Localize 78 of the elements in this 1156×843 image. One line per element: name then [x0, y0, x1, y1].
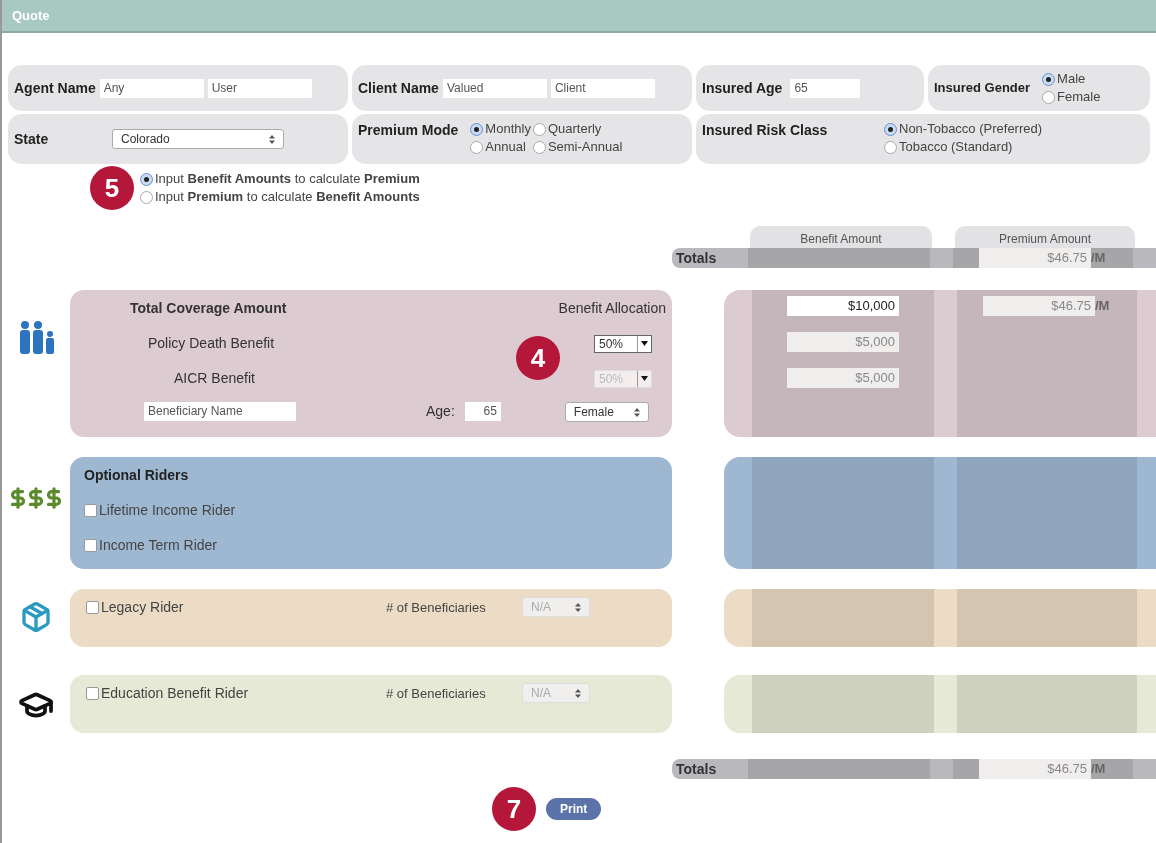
field-label: Premium Mode: [358, 121, 459, 140]
column-header: Benefit Amount: [750, 226, 932, 248]
radio-button[interactable]: [1042, 90, 1056, 104]
radio-button[interactable]: [884, 122, 897, 136]
text-field[interactable]: Any: [99, 78, 204, 98]
radio-label: Input Premium to calculate Benefit Amounts: [155, 188, 420, 206]
radio-button[interactable]: [140, 172, 153, 186]
radio-button[interactable]: [140, 190, 153, 204]
field-label: Age:: [426, 402, 455, 421]
select-field[interactable]: Colorado: [112, 129, 284, 149]
checkbox-label: Lifetime Income Rider: [99, 501, 236, 520]
field-label: # of Beneficiaries: [386, 685, 487, 703]
amount-field: $5,000: [787, 368, 899, 388]
amount-field: $46.75: [979, 248, 1091, 268]
field-label: Insured Risk Class: [702, 121, 829, 140]
field-label: Agent Name: [14, 78, 96, 98]
radio-label: Female: [1057, 88, 1101, 106]
radio-button[interactable]: [532, 122, 546, 136]
text-field[interactable]: Client: [550, 78, 655, 98]
benefit-label: AICR Benefit: [173, 369, 255, 388]
field-label: Client Name: [358, 78, 439, 98]
radio-label: Quarterly: [547, 120, 602, 138]
unit-label: /M: [1095, 297, 1110, 316]
caret-icon: [641, 341, 648, 346]
section-title: Optional Riders: [84, 466, 190, 485]
step-badge: 5: [90, 166, 134, 210]
select-field[interactable]: Female: [564, 402, 649, 422]
radio-label: Tobacco (Standard): [899, 138, 1013, 156]
totals-label: Totals: [675, 759, 718, 779]
field-label: # of Beneficiaries: [386, 599, 487, 617]
stepper-icon: [633, 407, 640, 417]
radio-label: Semi-Annual: [547, 138, 623, 156]
amount-field: $5,000: [787, 332, 899, 352]
text-field[interactable]: User: [207, 78, 312, 98]
amount-field: $10,000: [787, 296, 899, 316]
amount-field: $46.75: [979, 759, 1091, 779]
benefit-label: Policy Death Benefit: [147, 334, 275, 353]
stepper-icon: [575, 688, 581, 698]
radio-label: Input Benefit Amounts to calculate Premium: [155, 170, 420, 188]
checkbox-label: Education Benefit Rider: [101, 684, 249, 703]
header-title: Quote: [12, 6, 50, 25]
stepper-icon: [269, 134, 275, 144]
checkbox[interactable]: [84, 504, 97, 517]
field-label: Insured Age: [702, 78, 783, 98]
radio-button[interactable]: [470, 122, 484, 136]
radio-label: Male: [1057, 70, 1086, 88]
checkbox[interactable]: [86, 601, 99, 614]
radio-button[interactable]: [884, 140, 897, 154]
percent-select[interactable]: 50%: [594, 334, 652, 353]
totals-label: Totals: [675, 248, 718, 268]
unit-label: /M: [1091, 249, 1106, 268]
checkbox[interactable]: [86, 687, 99, 700]
field-label: Insured Gender: [934, 79, 1031, 98]
caret-icon: [641, 376, 648, 381]
step-badge: 7: [492, 787, 536, 831]
radio-label: Non-Tobacco (Preferred): [899, 120, 1043, 138]
stepper-icon: [575, 602, 581, 612]
beneficiary-field[interactable]: Beneficiary Name: [144, 402, 296, 421]
checkbox[interactable]: [84, 539, 97, 552]
text-field[interactable]: Valued: [442, 78, 547, 98]
radio-label: Annual: [485, 138, 526, 156]
column-header: Premium Amount: [955, 226, 1135, 248]
radio-label: Monthly: [485, 120, 531, 138]
field-label: State: [14, 129, 50, 149]
checkbox-label: Income Term Rider: [99, 536, 217, 555]
radio-button[interactable]: [1042, 72, 1056, 86]
text-field[interactable]: 65: [790, 78, 861, 98]
radio-button[interactable]: [532, 140, 546, 154]
box-icon: [20, 601, 52, 633]
step-badge: 4: [516, 336, 560, 380]
checkbox-label: Legacy Rider: [101, 598, 184, 617]
print-button[interactable]: Print: [546, 798, 602, 820]
unit-label: /M: [1091, 760, 1106, 779]
section-title: Total Coverage Amount: [129, 299, 287, 318]
radio-button[interactable]: [470, 140, 484, 154]
amount-field: $46.75: [983, 296, 1095, 316]
column-label: Benefit Allocation: [558, 299, 666, 318]
text-field[interactable]: 65: [464, 402, 501, 421]
